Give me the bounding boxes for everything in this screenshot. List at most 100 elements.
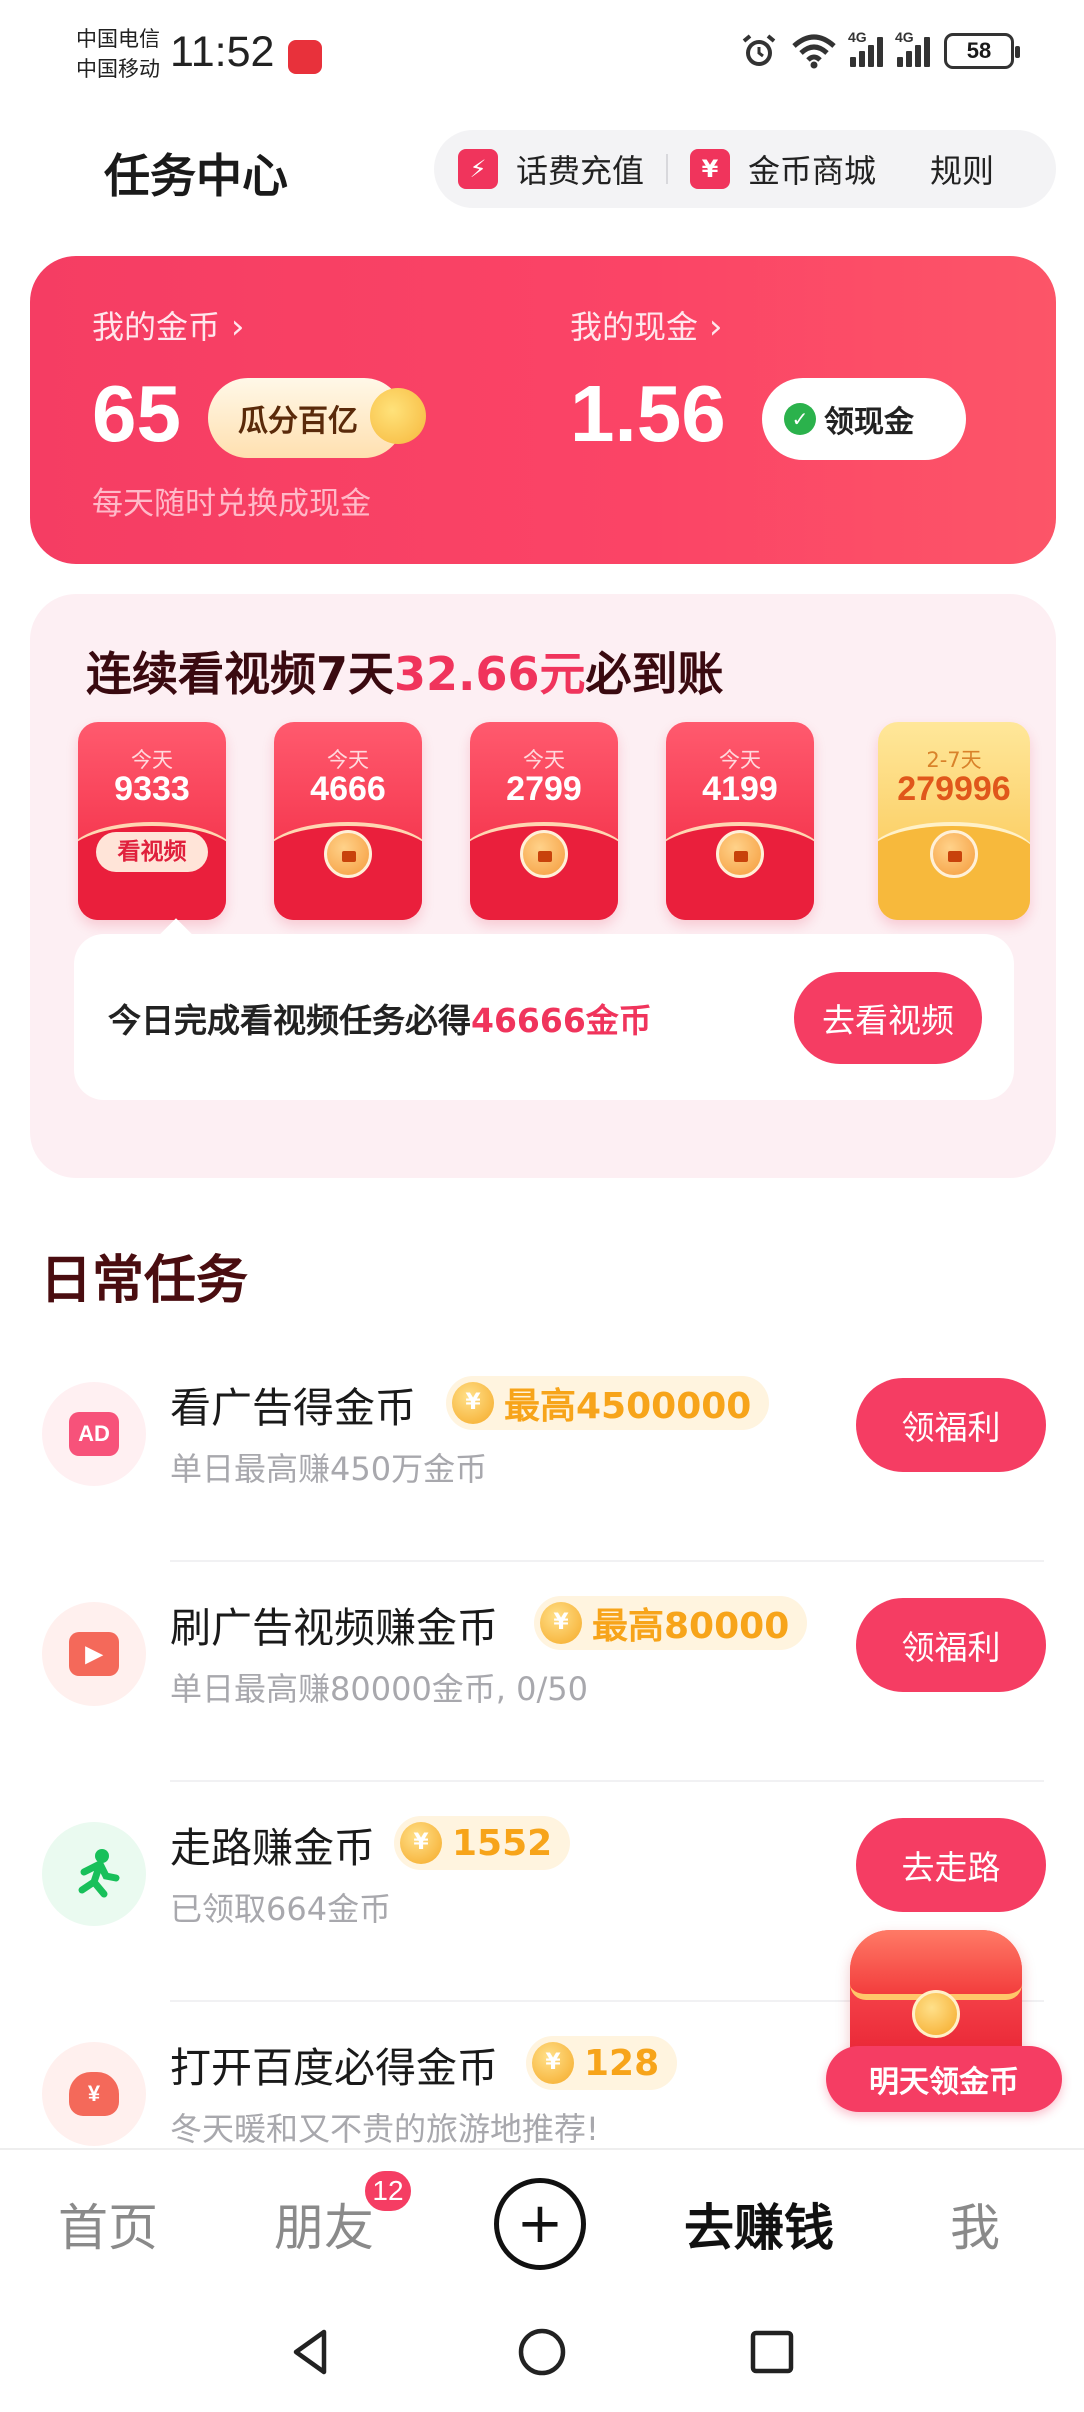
task-name: 看广告得金币	[170, 1384, 416, 1432]
task-subtitle: 单日最高赚80000金币, 0/50	[170, 1670, 589, 1708]
wallet-subtitle: 每天随时兑换成现金	[92, 486, 371, 522]
envelope-amount: 4666	[310, 770, 386, 808]
signal-1-type: 4G	[848, 29, 867, 45]
gold-envelope-days-2-7[interactable]: 2-7天 279996	[878, 722, 1030, 920]
friends-count-badge: 12	[362, 2168, 414, 2214]
signal-icon: 4G	[848, 29, 883, 67]
task-reward-value: 最高4500000	[504, 1386, 752, 1427]
wallet-card: 我的金币 65 瓜分百亿 我的现金 1.56 ✓ 领现金 每天随时兑换成现金	[30, 256, 1056, 564]
my-cash-link[interactable]: 我的现金	[570, 302, 722, 348]
runner-glyph	[78, 1849, 120, 1898]
signal-icon: 4G	[895, 29, 930, 67]
task-name: 走路赚金币	[170, 1824, 375, 1872]
recharge-link[interactable]: ⚡ 话费充值	[458, 130, 644, 208]
claim-benefit-button[interactable]: 领福利	[856, 1598, 1046, 1692]
divider	[170, 1560, 1044, 1562]
nav-me[interactable]: 我	[950, 2188, 1000, 2260]
envelope-amount: 9333	[114, 770, 190, 808]
coin-pile-icon	[370, 388, 426, 444]
ad-icon: AD	[42, 1382, 146, 1486]
task-reward-value: 1552	[452, 1822, 553, 1864]
coin-icon	[400, 1822, 442, 1864]
divider	[666, 154, 669, 184]
lock-icon	[324, 830, 372, 878]
battery-icon: 58	[944, 33, 1020, 69]
streak-task-text: 今日完成看视频任务必得46666金币	[108, 994, 652, 1042]
daily-tasks-title: 日常任务	[40, 1251, 249, 1311]
red-envelope-day-2[interactable]: 今天 4666	[274, 722, 422, 920]
mall-label: 金币商城	[748, 152, 877, 190]
task-subtitle: 冬天暖和又不贵的旅游地推荐!	[170, 2110, 599, 2148]
envelope-amount: 4199	[702, 770, 778, 808]
red-envelope-day-3[interactable]: 今天 2799	[470, 722, 618, 920]
status-bar: 中国电信 中国移动 11:52 4G 4G 58	[0, 0, 1084, 110]
coin-icon	[452, 1382, 494, 1424]
video-icon: ▶	[42, 1602, 146, 1706]
divider	[898, 154, 908, 184]
streak-task-reward: 46666金币	[471, 1001, 652, 1040]
task-reward-value: 128	[584, 2042, 660, 2084]
task-subtitle: 已领取664金币	[170, 1890, 392, 1928]
alarm-icon	[742, 34, 776, 66]
wifi-icon	[792, 34, 836, 69]
nav-earn[interactable]: 去赚钱	[684, 2188, 834, 2260]
streak-title-amount: 32.66元	[394, 647, 586, 701]
coin-mall-link[interactable]: ¥ 金币商城	[690, 130, 876, 208]
coin-icon	[532, 2042, 574, 2084]
ticket-icon: ¥	[690, 149, 731, 189]
task-reward-badge: 128	[526, 2036, 678, 2090]
envelope-amount: 2799	[506, 770, 582, 808]
carrier-labels: 中国电信 中国移动	[76, 24, 160, 84]
task-row-ad: AD 看广告得金币 最高4500000 单日最高赚450万金币 领福利	[0, 1370, 1084, 1590]
home-circle-icon[interactable]	[512, 2322, 572, 2382]
lock-icon	[930, 830, 978, 878]
system-nav-bar	[0, 2298, 1084, 2412]
coins-value: 65	[92, 369, 181, 458]
lock-icon	[716, 830, 764, 878]
streak-task-box: 今日完成看视频任务必得46666金币 去看视频	[74, 934, 1014, 1100]
carrier-1: 中国电信	[76, 27, 160, 51]
claim-benefit-button[interactable]: 领福利	[856, 1378, 1046, 1472]
streak-title-pre: 连续看视频7天	[86, 647, 395, 701]
wechat-pay-icon: ✓	[784, 403, 816, 435]
walking-icon	[42, 1822, 146, 1926]
notification-app-icon	[288, 40, 322, 74]
plus-icon[interactable]: +	[494, 2178, 586, 2270]
rules-link[interactable]: 规则	[930, 130, 994, 208]
recharge-label: 话费充值	[516, 152, 645, 190]
streak-card: 连续看视频7天32.66元必到账 今天 9333 看视频 今天 4666 今天 …	[30, 594, 1056, 1178]
recents-square-icon[interactable]	[742, 2322, 802, 2382]
withdraw-cash-button[interactable]: ✓ 领现金	[762, 378, 966, 460]
task-reward-badge: 最高80000	[534, 1596, 808, 1650]
task-reward-value: 最高80000	[592, 1606, 790, 1647]
nav-home[interactable]: 首页	[58, 2188, 158, 2260]
header: 任务中心 ⚡ 话费充值 ¥ 金币商城 规则	[0, 120, 1084, 220]
tomorrow-coins-label: 明天领金币	[826, 2046, 1062, 2112]
streak-title-post: 必到账	[585, 647, 724, 701]
coin-icon	[912, 1990, 960, 2038]
money-bag-icon: ¥	[42, 2042, 146, 2146]
my-coins-link[interactable]: 我的金币	[92, 302, 244, 348]
lock-icon	[520, 830, 568, 878]
page-title: 任务中心	[104, 149, 288, 203]
tomorrow-coins-widget[interactable]: 明天领金币	[826, 1920, 1066, 2130]
signal-2-type: 4G	[895, 29, 914, 45]
lightning-icon: ⚡	[458, 149, 498, 189]
task-subtitle: 单日最高赚450万金币	[170, 1450, 488, 1488]
watch-video-chip[interactable]: 看视频	[96, 832, 208, 872]
divider	[170, 1780, 1044, 1782]
clock: 11:52	[170, 28, 275, 76]
red-envelope-day-1[interactable]: 今天 9333 看视频	[78, 722, 226, 920]
back-icon[interactable]	[282, 2322, 342, 2382]
coin-icon	[540, 1602, 582, 1644]
go-watch-video-button[interactable]: 去看视频	[794, 972, 982, 1064]
cash-value: 1.56	[570, 369, 726, 458]
task-reward-badge: 1552	[394, 1816, 571, 1870]
red-envelope-day-4[interactable]: 今天 4199	[666, 722, 814, 920]
streak-title: 连续看视频7天32.66元必到账	[86, 638, 724, 704]
task-row-video-ad: ▶ 刷广告视频赚金币 最高80000 单日最高赚80000金币, 0/50 领福…	[0, 1590, 1084, 1810]
go-walk-button[interactable]: 去走路	[856, 1818, 1046, 1912]
nav-friends[interactable]: 朋友	[274, 2188, 374, 2260]
header-actions: ⚡ 话费充值 ¥ 金币商城 规则	[434, 130, 1056, 208]
status-icons: 4G 4G 58	[740, 29, 1020, 70]
